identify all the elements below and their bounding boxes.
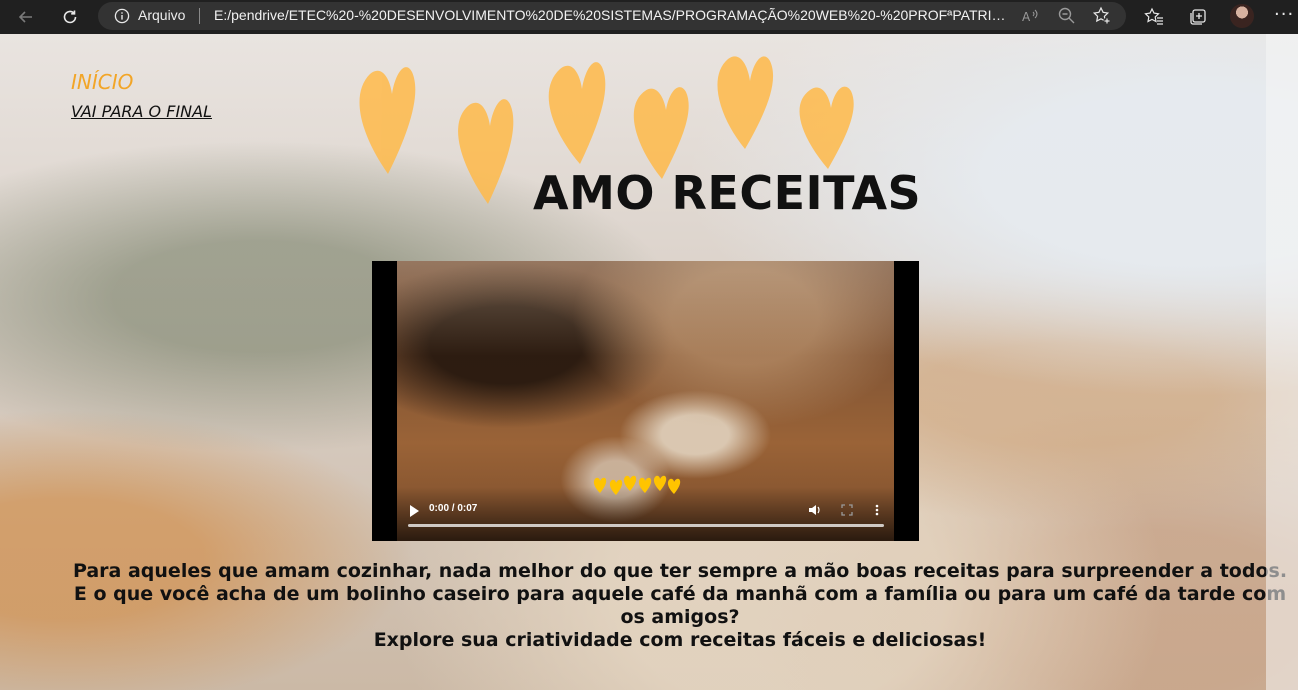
zoom-icon[interactable] xyxy=(1057,6,1077,26)
site-info-label[interactable]: Arquivo xyxy=(138,7,185,23)
page-title: AMO RECEITAS xyxy=(533,166,922,220)
url-text[interactable]: E:/pendrive/ETEC%20-%20DESENVOLVIMENTO%2… xyxy=(214,7,1014,23)
svg-text:A: A xyxy=(1022,10,1031,24)
video-progress-bar[interactable] xyxy=(408,524,884,527)
heart-icon xyxy=(458,99,514,204)
play-icon[interactable] xyxy=(408,504,420,518)
fullscreen-icon[interactable] xyxy=(840,503,854,517)
info-icon[interactable] xyxy=(114,8,130,24)
video-time: 0:00 / 0:07 xyxy=(429,503,478,514)
more-icon[interactable]: ··· xyxy=(1274,4,1294,25)
address-bar[interactable]: Arquivo E:/pendrive/ETEC%20-%20DESENVOLV… xyxy=(98,2,1126,30)
back-button[interactable] xyxy=(12,3,40,31)
intro-paragraph: Para aqueles que amam cozinhar, nada mel… xyxy=(72,560,1288,582)
intro-text: Para aqueles que amam cozinhar, nada mel… xyxy=(60,560,1298,652)
browser-toolbar: Arquivo E:/pendrive/ETEC%20-%20DESENVOLV… xyxy=(0,0,1298,34)
intro-paragraph: E o que você acha de um bolinho caseiro … xyxy=(73,583,1287,628)
collections-icon xyxy=(1190,9,1206,25)
page-content: INÍCIO VAI PARA O FINAL AMO RECEITAS 0:0… xyxy=(0,34,1298,690)
intro-paragraph: Explore sua criatividade com receitas fá… xyxy=(373,629,987,651)
read-aloud-icon[interactable]: A xyxy=(1020,6,1040,26)
more-options-icon[interactable] xyxy=(874,503,880,517)
heart-icon xyxy=(717,56,774,149)
profile-avatar[interactable] xyxy=(1230,4,1254,28)
heart-icon xyxy=(548,62,606,164)
link-vai-para-o-final[interactable]: VAI PARA O FINAL xyxy=(71,102,212,121)
reload-icon xyxy=(63,10,77,24)
page-nav: INÍCIO VAI PARA O FINAL xyxy=(71,70,212,121)
collections-button[interactable] xyxy=(1184,3,1212,31)
link-inicio[interactable]: INÍCIO xyxy=(71,70,212,94)
back-icon xyxy=(18,11,32,23)
reload-button[interactable] xyxy=(56,3,84,31)
video-player[interactable]: 0:00 / 0:07 xyxy=(372,261,919,541)
favorites-button[interactable] xyxy=(1140,3,1168,31)
address-separator xyxy=(199,8,200,24)
add-favorite-icon[interactable] xyxy=(1092,6,1112,26)
video-hearts-icon xyxy=(593,475,681,495)
volume-icon[interactable] xyxy=(808,503,822,517)
page-scrollbar[interactable] xyxy=(1266,34,1298,690)
heart-icon xyxy=(799,86,854,169)
favorites-icon xyxy=(1144,7,1163,25)
heart-icon xyxy=(359,67,416,174)
